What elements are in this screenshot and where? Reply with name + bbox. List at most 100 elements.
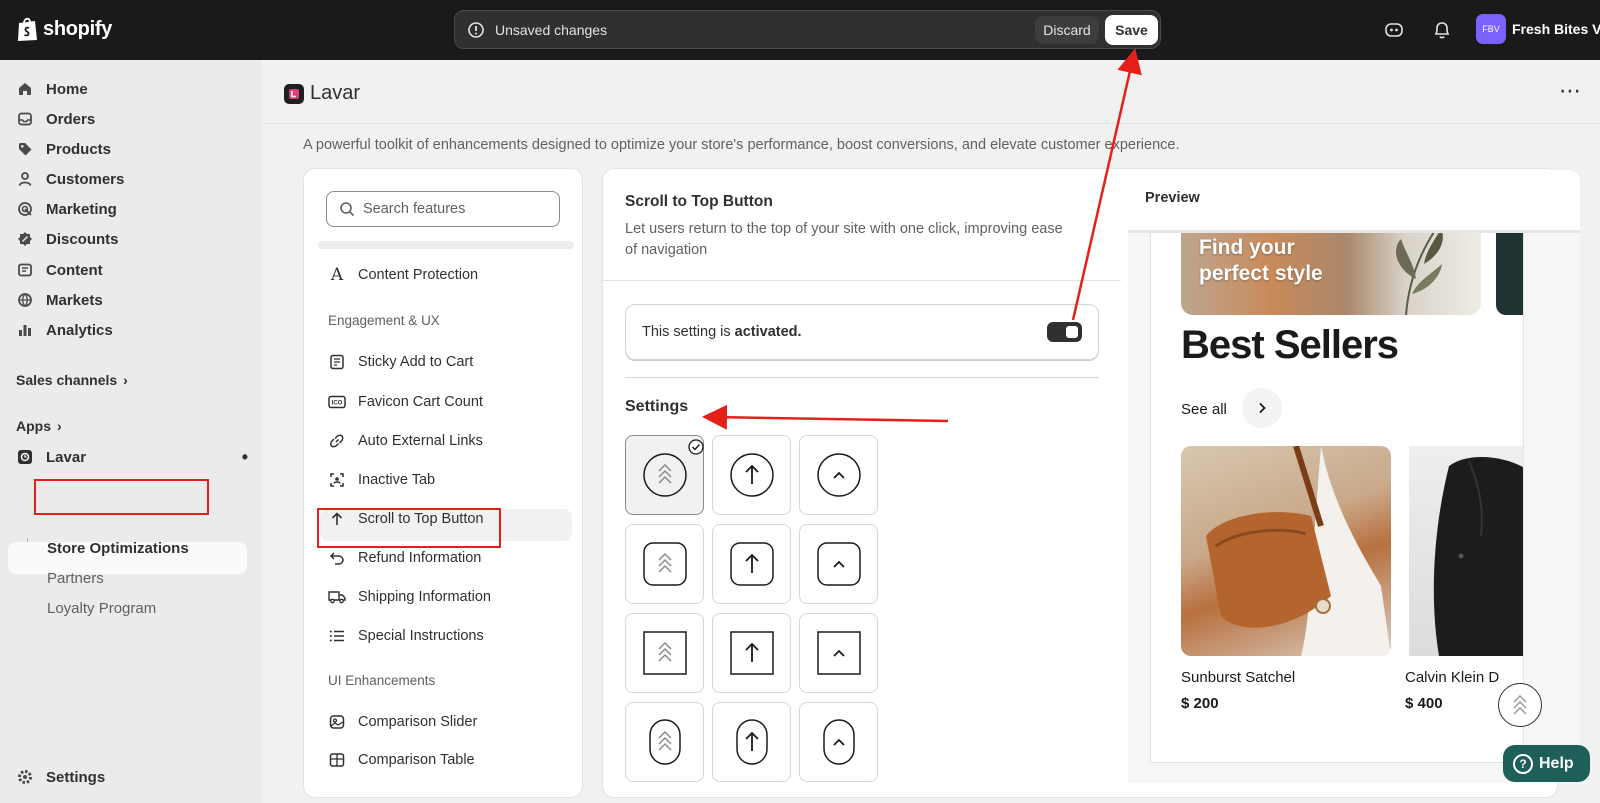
feature-item-shipping-information[interactable]: Shipping Information xyxy=(328,585,491,609)
style-option-circle-chevron[interactable] xyxy=(799,435,878,515)
style-option-pill-arrow[interactable] xyxy=(712,702,791,782)
feature-label: Special Instructions xyxy=(358,628,484,644)
product-image-satchel[interactable] xyxy=(1181,446,1391,656)
page-subtitle: A powerful toolkit of enhancements desig… xyxy=(303,137,1180,153)
double-chevron-up-icon xyxy=(648,719,681,765)
sidebar-item-products[interactable]: Products xyxy=(16,135,111,163)
toggle-knob xyxy=(1066,326,1078,338)
help-button[interactable]: ? Help xyxy=(1503,745,1590,782)
app-title-bar: Lavar ⋯ xyxy=(262,60,1600,124)
sidebar-item-partners[interactable]: Partners xyxy=(47,570,104,587)
shopify-logo[interactable]: shopify xyxy=(16,16,112,42)
sidebar-item-customers[interactable]: Customers xyxy=(16,165,124,193)
feature-item-sticky-add-to-cart[interactable]: Sticky Add to Cart xyxy=(328,350,473,374)
product-image-jacket[interactable] xyxy=(1409,446,1523,656)
style-option-square-arrow[interactable] xyxy=(712,613,791,693)
sidebar-item-label: Settings xyxy=(46,768,106,786)
feature-item-refund-information[interactable]: Refund Information xyxy=(328,546,481,570)
list-scroll-edge xyxy=(318,241,574,249)
feature-item-favicon-cart-count[interactable]: ICO Favicon Cart Count xyxy=(328,390,483,414)
chevron-right-icon xyxy=(1259,402,1266,414)
discard-button[interactable]: Discard xyxy=(1035,16,1099,44)
search-placeholder: Search features xyxy=(363,201,466,217)
save-button[interactable]: Save xyxy=(1105,15,1158,45)
pin-dot-icon[interactable]: • xyxy=(242,448,248,466)
link-icon xyxy=(328,432,346,450)
style-option-circle-arrow[interactable] xyxy=(712,435,791,515)
style-option-rounded-double-chevron[interactable] xyxy=(625,524,704,604)
feature-item-comparison-slider[interactable]: Comparison Slider xyxy=(328,710,477,734)
satchel-photo xyxy=(1206,446,1391,656)
sidebar-item-label: Content xyxy=(46,261,103,279)
bell-icon[interactable] xyxy=(1433,20,1451,40)
product-name[interactable]: Calvin Klein D xyxy=(1405,669,1499,686)
sidebar-item-lavar[interactable]: Lavar • xyxy=(16,443,248,471)
hero-banner-next xyxy=(1496,233,1523,315)
activation-toggle[interactable] xyxy=(1047,322,1082,342)
sidebar-item-loyalty-program[interactable]: Loyalty Program xyxy=(47,600,156,617)
search-input[interactable]: Search features xyxy=(326,191,560,227)
status-prefix: This setting is xyxy=(642,324,735,340)
sidebar-item-home[interactable]: Home xyxy=(16,75,88,103)
sidebar-item-markets[interactable]: Markets xyxy=(16,286,103,314)
top-bar: shopify Unsaved changes Discard Save FBV… xyxy=(0,0,1600,60)
feature-item-special-instructions[interactable]: Special Instructions xyxy=(328,624,484,648)
arrow-up-icon xyxy=(729,453,774,497)
style-option-pill-chevron[interactable] xyxy=(799,702,878,782)
more-actions-icon[interactable]: ⋯ xyxy=(1559,78,1582,104)
inactive-tab-icon xyxy=(328,471,346,489)
feature-label: Comparison Table xyxy=(358,752,475,768)
feature-item-scroll-to-top-button[interactable]: Scroll to Top Button xyxy=(328,507,483,531)
truck-icon xyxy=(328,588,346,606)
style-option-square-chevron[interactable] xyxy=(799,613,878,693)
status-value: activated. xyxy=(734,324,802,340)
feature-item-inactive-tab[interactable]: Inactive Tab xyxy=(328,468,435,492)
sidebar-item-label: Home xyxy=(46,80,88,98)
sidebar-item-orders[interactable]: Orders xyxy=(16,105,95,133)
store-menu[interactable]: FBV Fresh Bites VN xyxy=(1476,14,1600,44)
group-heading-engagement: Engagement & UX xyxy=(328,313,440,328)
arrow-up-icon xyxy=(729,631,774,675)
see-all-link[interactable]: See all xyxy=(1181,401,1227,418)
sidebar-item-label: Markets xyxy=(46,291,103,309)
description-line: Let users return to the top of your site… xyxy=(625,221,1063,237)
scroll-to-top-preview-button[interactable] xyxy=(1498,683,1542,727)
style-option-rounded-chevron[interactable] xyxy=(799,524,878,604)
style-option-pill-double-chevron[interactable] xyxy=(625,702,704,782)
sidebar-item-discounts[interactable]: Discounts xyxy=(16,225,119,253)
product-price: $ 400 xyxy=(1405,695,1443,712)
sidebar-item-content[interactable]: Content xyxy=(16,256,103,284)
sidebar: Home Orders Products Customers Marketing… xyxy=(0,60,262,803)
question-icon: ? xyxy=(1513,753,1533,774)
style-option-circle-double-chevron[interactable] xyxy=(625,435,704,515)
feature-item-auto-external-links[interactable]: Auto External Links xyxy=(328,429,483,453)
apps-label: Apps xyxy=(16,418,51,434)
see-all-button[interactable] xyxy=(1242,388,1282,428)
double-chevron-up-icon xyxy=(642,542,687,586)
sidebar-item-settings[interactable]: Settings xyxy=(16,763,105,791)
feature-description: Let users return to the top of your site… xyxy=(625,219,1100,261)
sidebar-item-label: Lavar xyxy=(46,448,87,466)
divider xyxy=(625,377,1099,378)
plant-illustration xyxy=(1396,233,1443,315)
sidebar-item-label: Orders xyxy=(46,110,96,128)
sidebar-item-marketing[interactable]: Marketing xyxy=(16,195,117,223)
sidebar-item-label: Customers xyxy=(46,170,125,188)
sidekick-icon[interactable] xyxy=(1384,20,1404,40)
store-name: Fresh Bites VN xyxy=(1512,21,1600,37)
lavar-app-icon xyxy=(16,448,34,466)
style-option-rounded-arrow[interactable] xyxy=(712,524,791,604)
product-name[interactable]: Sunburst Satchel xyxy=(1181,669,1295,686)
unsaved-changes-bar: Unsaved changes Discard Save xyxy=(454,10,1161,49)
chevron-up-icon xyxy=(816,542,861,586)
style-option-square-double-chevron[interactable] xyxy=(625,613,704,693)
sales-channels-heading[interactable]: Sales channels › xyxy=(16,372,128,388)
apps-heading[interactable]: Apps › xyxy=(16,418,62,434)
sidebar-item-store-optimizations[interactable]: Store Optimizations xyxy=(47,540,189,557)
feature-item-comparison-table[interactable]: Comparison Table xyxy=(328,748,475,772)
feature-label: Scroll to Top Button xyxy=(358,511,484,527)
search-icon xyxy=(340,202,355,217)
help-label: Help xyxy=(1539,754,1574,772)
feature-item-content-protection[interactable]: A Content Protection xyxy=(328,263,478,287)
sidebar-item-analytics[interactable]: Analytics xyxy=(16,316,113,344)
